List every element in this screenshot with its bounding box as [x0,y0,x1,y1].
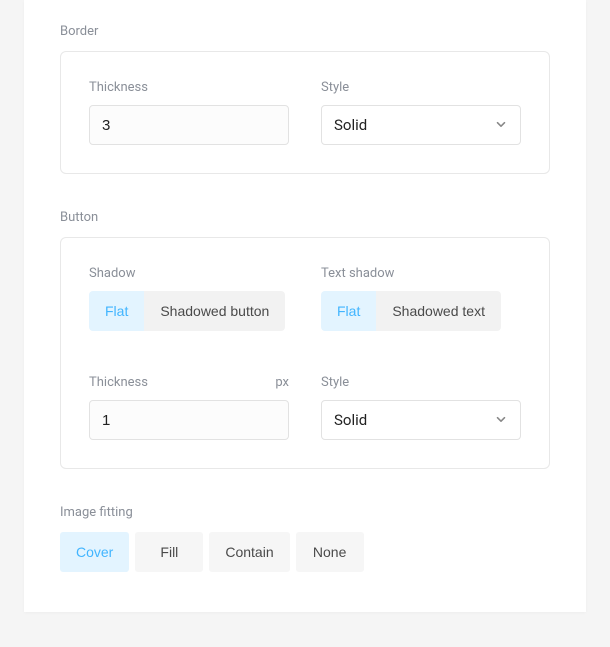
image-fitting-section: Image fitting Cover Fill Contain None [60,505,550,572]
button-textshadow-label: Text shadow [321,266,521,281]
image-fitting-contain-button[interactable]: Contain [209,532,289,572]
border-style-field: Style Solid [321,80,521,145]
button-textshadow-group: Flat Shadowed text [321,291,501,331]
button-style-select[interactable]: Solid [321,400,521,440]
settings-panel: Border Thickness Style Solid [24,0,586,612]
button-shadow-field: Shadow Flat Shadowed button [89,266,289,331]
button-style-field: Style Solid [321,375,521,440]
button-title: Button [60,210,550,225]
border-thickness-input[interactable] [89,105,289,145]
border-style-select[interactable]: Solid [321,105,521,145]
button-section: Button Shadow Flat Shadowed button Text … [60,210,550,469]
button-thickness-field: Thickness px [89,375,289,440]
textshadow-shadowed-button[interactable]: Shadowed text [376,291,501,331]
button-shadow-label: Shadow [89,266,289,281]
border-thickness-label: Thickness [89,80,289,95]
border-style-value: Solid [334,116,367,134]
image-fitting-cover-button[interactable]: Cover [60,532,129,572]
textshadow-flat-button[interactable]: Flat [321,291,376,331]
button-card: Shadow Flat Shadowed button Text shadow … [60,237,550,469]
image-fitting-fill-button[interactable]: Fill [135,532,203,572]
button-textshadow-field: Text shadow Flat Shadowed text [321,266,521,331]
button-style-value: Solid [334,411,367,429]
border-style-label: Style [321,80,521,95]
button-thickness-suffix: px [275,375,289,390]
button-thickness-label: Thickness [89,375,148,390]
image-fitting-none-button[interactable]: None [296,532,364,572]
border-section: Border Thickness Style Solid [60,24,550,174]
button-thickness-input[interactable] [89,400,289,440]
image-fitting-title: Image fitting [60,505,550,520]
border-card: Thickness Style Solid [60,51,550,174]
border-thickness-field: Thickness [89,80,289,145]
shadow-shadowed-button[interactable]: Shadowed button [144,291,285,331]
button-style-label: Style [321,375,521,390]
shadow-flat-button[interactable]: Flat [89,291,144,331]
image-fitting-group: Cover Fill Contain None [60,532,364,572]
border-title: Border [60,24,550,39]
button-shadow-group: Flat Shadowed button [89,291,285,331]
